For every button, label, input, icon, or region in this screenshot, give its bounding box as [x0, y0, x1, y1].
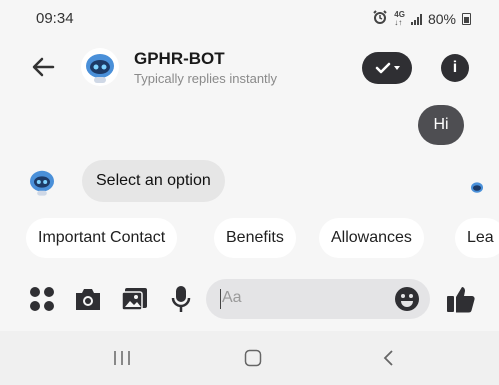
- back-button[interactable]: [26, 52, 60, 82]
- quick-reply-benefits[interactable]: Benefits: [214, 218, 296, 258]
- user-message-bubble: Hi: [418, 105, 464, 145]
- emoji-icon[interactable]: [394, 286, 420, 312]
- quick-replies-row: Important Contact Benefits Allowances Le…: [0, 218, 499, 260]
- message-input[interactable]: Aa: [206, 279, 430, 319]
- bot-avatar[interactable]: [80, 47, 120, 87]
- info-button[interactable]: i: [441, 54, 469, 82]
- chat-subtitle: Typically replies instantly: [134, 71, 278, 86]
- alarm-icon: [372, 10, 388, 27]
- recent-apps-icon[interactable]: [105, 343, 139, 373]
- microphone-icon[interactable]: [167, 285, 195, 313]
- message-input-placeholder: Aa: [222, 289, 242, 306]
- chat-title: GPHR-BOT: [134, 49, 225, 68]
- info-icon: i: [452, 59, 458, 76]
- quick-reply-leave[interactable]: Lea: [455, 218, 499, 258]
- menu-dots-icon[interactable]: [28, 285, 56, 313]
- bot-message-avatar: [26, 166, 58, 198]
- battery-icon: [462, 12, 471, 25]
- home-icon[interactable]: [236, 343, 270, 373]
- system-nav-bar: [0, 331, 499, 385]
- chevron-down-icon: [393, 66, 400, 70]
- nav-back-icon[interactable]: [371, 343, 405, 373]
- bot-message-bubble: Select an option: [82, 160, 225, 202]
- checkmark-icon: [375, 62, 390, 74]
- network-type: 4G ↓↑: [394, 9, 405, 27]
- gallery-icon[interactable]: [121, 285, 149, 313]
- seen-indicator-avatar: [469, 180, 485, 196]
- camera-icon[interactable]: [74, 285, 102, 313]
- signal-icon: [410, 13, 422, 25]
- battery-percent: 80%: [427, 10, 456, 27]
- quick-reply-important-contact[interactable]: Important Contact: [26, 218, 178, 258]
- status-toggle-button[interactable]: [362, 52, 412, 84]
- status-icons: 4G ↓↑ 80%: [372, 10, 471, 27]
- text-cursor: [220, 289, 221, 309]
- thumbs-up-icon[interactable]: [445, 283, 477, 315]
- status-time: 09:34: [36, 10, 74, 27]
- back-arrow-icon: [32, 57, 55, 77]
- quick-reply-allowances[interactable]: Allowances: [319, 218, 424, 258]
